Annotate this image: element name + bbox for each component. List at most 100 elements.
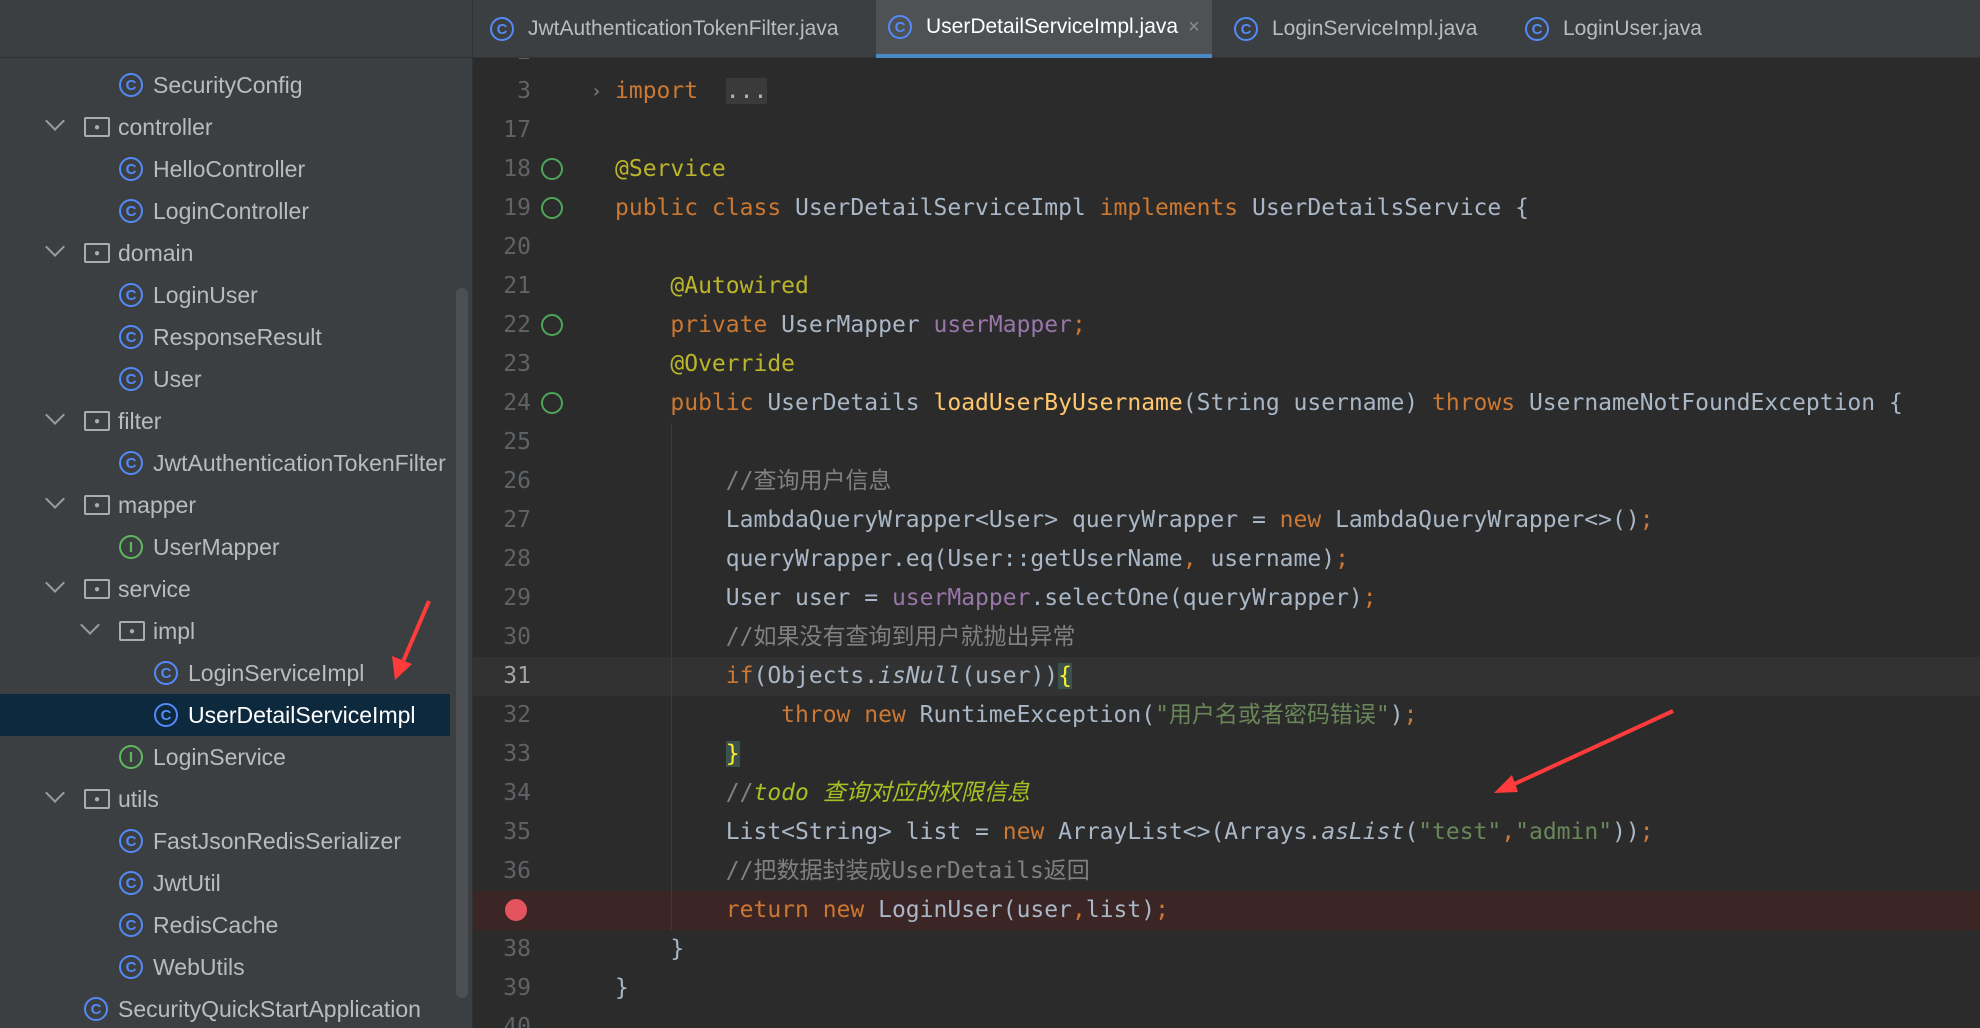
tab-label: UserDetailServiceImpl.java [926,15,1179,38]
chevron-down-icon[interactable] [45,489,65,509]
tree-item-LoginService[interactable]: I LoginService [0,736,450,778]
code-line[interactable]: 28 queryWrapper.eq(User::getUserName, us… [473,540,1980,579]
chevron-down-icon[interactable] [45,405,65,425]
code-text: queryWrapper.eq(User::getUserName, usern… [615,540,1349,579]
code-token: , [1501,819,1516,845]
tree-item-LoginController[interactable]: C LoginController [0,190,450,232]
fold-chevron-icon[interactable]: › [591,72,602,111]
tree-item-JwtUtil[interactable]: C JwtUtil [0,862,450,904]
tree-item-User[interactable]: C User [0,358,450,400]
tree-item-SecurityQuickStartApplication[interactable]: C SecurityQuickStartApplication [0,988,450,1028]
code-token: ) [1389,702,1404,728]
tab-jwtauthenticationtokenfilter-java[interactable]: C JwtAuthenticationTokenFilter.java [478,0,851,58]
tree-item-SecurityConfig[interactable]: C SecurityConfig [0,64,450,106]
line-number: 27 [503,507,531,533]
tree-item-FastJsonRedisSerializer[interactable]: C FastJsonRedisSerializer [0,820,450,862]
chevron-down-icon[interactable] [45,111,65,131]
chevron-down-icon[interactable] [45,573,65,593]
spring-bean-icon[interactable] [541,158,563,180]
tree-label: ResponseResult [153,323,322,350]
code-editor[interactable]: 23›import ...17 18 @Service 19public class … [473,58,1980,1028]
spring-bean-icon[interactable] [541,197,563,219]
line-number: 2 [473,58,531,72]
code-line[interactable]: 17 [473,111,1980,150]
code-line[interactable]: 20 [473,228,1980,267]
tree-folder-impl[interactable]: ● impl [0,610,450,652]
code-line[interactable]: 19 public class UserDetailServiceImpl imp… [473,189,1980,228]
code-line[interactable]: 26 //查询用户信息 [473,462,1980,501]
code-line[interactable]: 18 @Service [473,150,1980,189]
chevron-down-icon[interactable] [80,615,100,635]
code-token: @Service [615,156,726,182]
tree-label: JwtAuthenticationTokenFilter [153,449,446,476]
code-line[interactable]: 22 private UserMapper userMapper; [473,306,1980,345]
code-line[interactable]: 30 //如果没有查询到用户就抛出异常 [473,618,1980,657]
folder-icon: ● [84,579,110,599]
code-line[interactable]: 2 [473,58,1980,72]
code-line[interactable]: 40 [473,1008,1980,1028]
tree-folder-utils[interactable]: ● utils [0,778,450,820]
tree-item-JwtAuthenticationTokenFilter[interactable]: C JwtAuthenticationTokenFilter [0,442,450,484]
code-text: } [615,930,684,969]
class-icon: C [119,913,143,937]
line-number: 32 [503,702,531,728]
code-token: ; [1639,819,1654,845]
tree-folder-service[interactable]: ● service [0,568,450,610]
tree-item-UserMapper[interactable]: I UserMapper [0,526,450,568]
code-line[interactable]: 31 if(Objects.isNull(user)){ [473,657,1980,696]
tree-item-HelloController[interactable]: C HelloController [0,148,450,190]
code-text: } [615,969,629,1008]
tree-label: utils [118,785,159,812]
code-line[interactable]: 35 List<String> list = new ArrayList<>(A… [473,813,1980,852]
tab-loginserviceimpl-java[interactable]: C LoginServiceImpl.java [1222,0,1489,58]
code-token: User user = [615,585,892,611]
tree-item-ResponseResult[interactable]: C ResponseResult [0,316,450,358]
tree-folder-controller[interactable]: ● controller [0,106,450,148]
tree-item-WebUtils[interactable]: C WebUtils [0,946,450,988]
code-token: // [725,780,754,806]
tree-folder-filter[interactable]: ● filter [0,400,450,442]
code-line[interactable]: 38 } [473,930,1980,969]
chevron-down-icon[interactable] [45,783,65,803]
chevron-down-icon[interactable] [45,237,65,257]
tree-folder-domain[interactable]: ● domain [0,232,450,274]
interface-icon: I [119,535,143,559]
code-line[interactable]: 24 public UserDetails loadUserByUsername… [473,384,1980,423]
tree-item-RedisCache[interactable]: C RedisCache [0,904,450,946]
code-line[interactable]: 29 User user = userMapper.selectOne(quer… [473,579,1980,618]
breakpoint-icon[interactable] [505,899,527,921]
code-line[interactable]: 34 //todo 查询对应的权限信息 [473,774,1980,813]
implements-icon[interactable] [541,392,563,414]
folder-icon: ● [84,243,110,263]
tree-folder-mapper[interactable]: ● mapper [0,484,450,526]
line-number: 18 [503,156,531,182]
code-line[interactable]: 25 [473,423,1980,462]
sidebar-scrollbar[interactable] [456,288,468,998]
code-token: LoginUser(user [878,897,1072,923]
code-line[interactable]: 36 //把数据封装成UserDetails返回 [473,852,1980,891]
close-tab-icon[interactable]: × [1188,16,1200,39]
code-line[interactable]: 3 › import ... [473,72,1980,111]
code-line[interactable]: 21 @Autowired [473,267,1980,306]
tab-userdetailserviceimpl-java[interactable]: C UserDetailServiceImpl.java × [876,0,1212,58]
code-line[interactable]: 39} [473,969,1980,1008]
code-token: , [1071,897,1086,923]
tree-item-LoginUser[interactable]: C LoginUser [0,274,450,316]
tab-loginuser-java[interactable]: C LoginUser.java [1513,0,1714,58]
code-line[interactable]: 27 LambdaQueryWrapper<User> queryWrapper… [473,501,1980,540]
class-icon: C [119,157,143,181]
tree-item-LoginServiceImpl[interactable]: C LoginServiceImpl [0,652,450,694]
spring-bean-icon[interactable] [541,314,563,336]
code-line[interactable]: return new LoginUser(user,list); [473,891,1980,930]
code-line[interactable]: 32 throw new RuntimeException("用户名或者密码错误… [473,696,1980,735]
code-line[interactable]: 33 } [473,735,1980,774]
tree-label: service [118,575,191,602]
code-token: userMapper [933,312,1072,338]
tree-item-UserDetailServiceImpl[interactable]: C UserDetailServiceImpl [0,694,450,736]
code-line[interactable]: 23 @Override [473,345,1980,384]
